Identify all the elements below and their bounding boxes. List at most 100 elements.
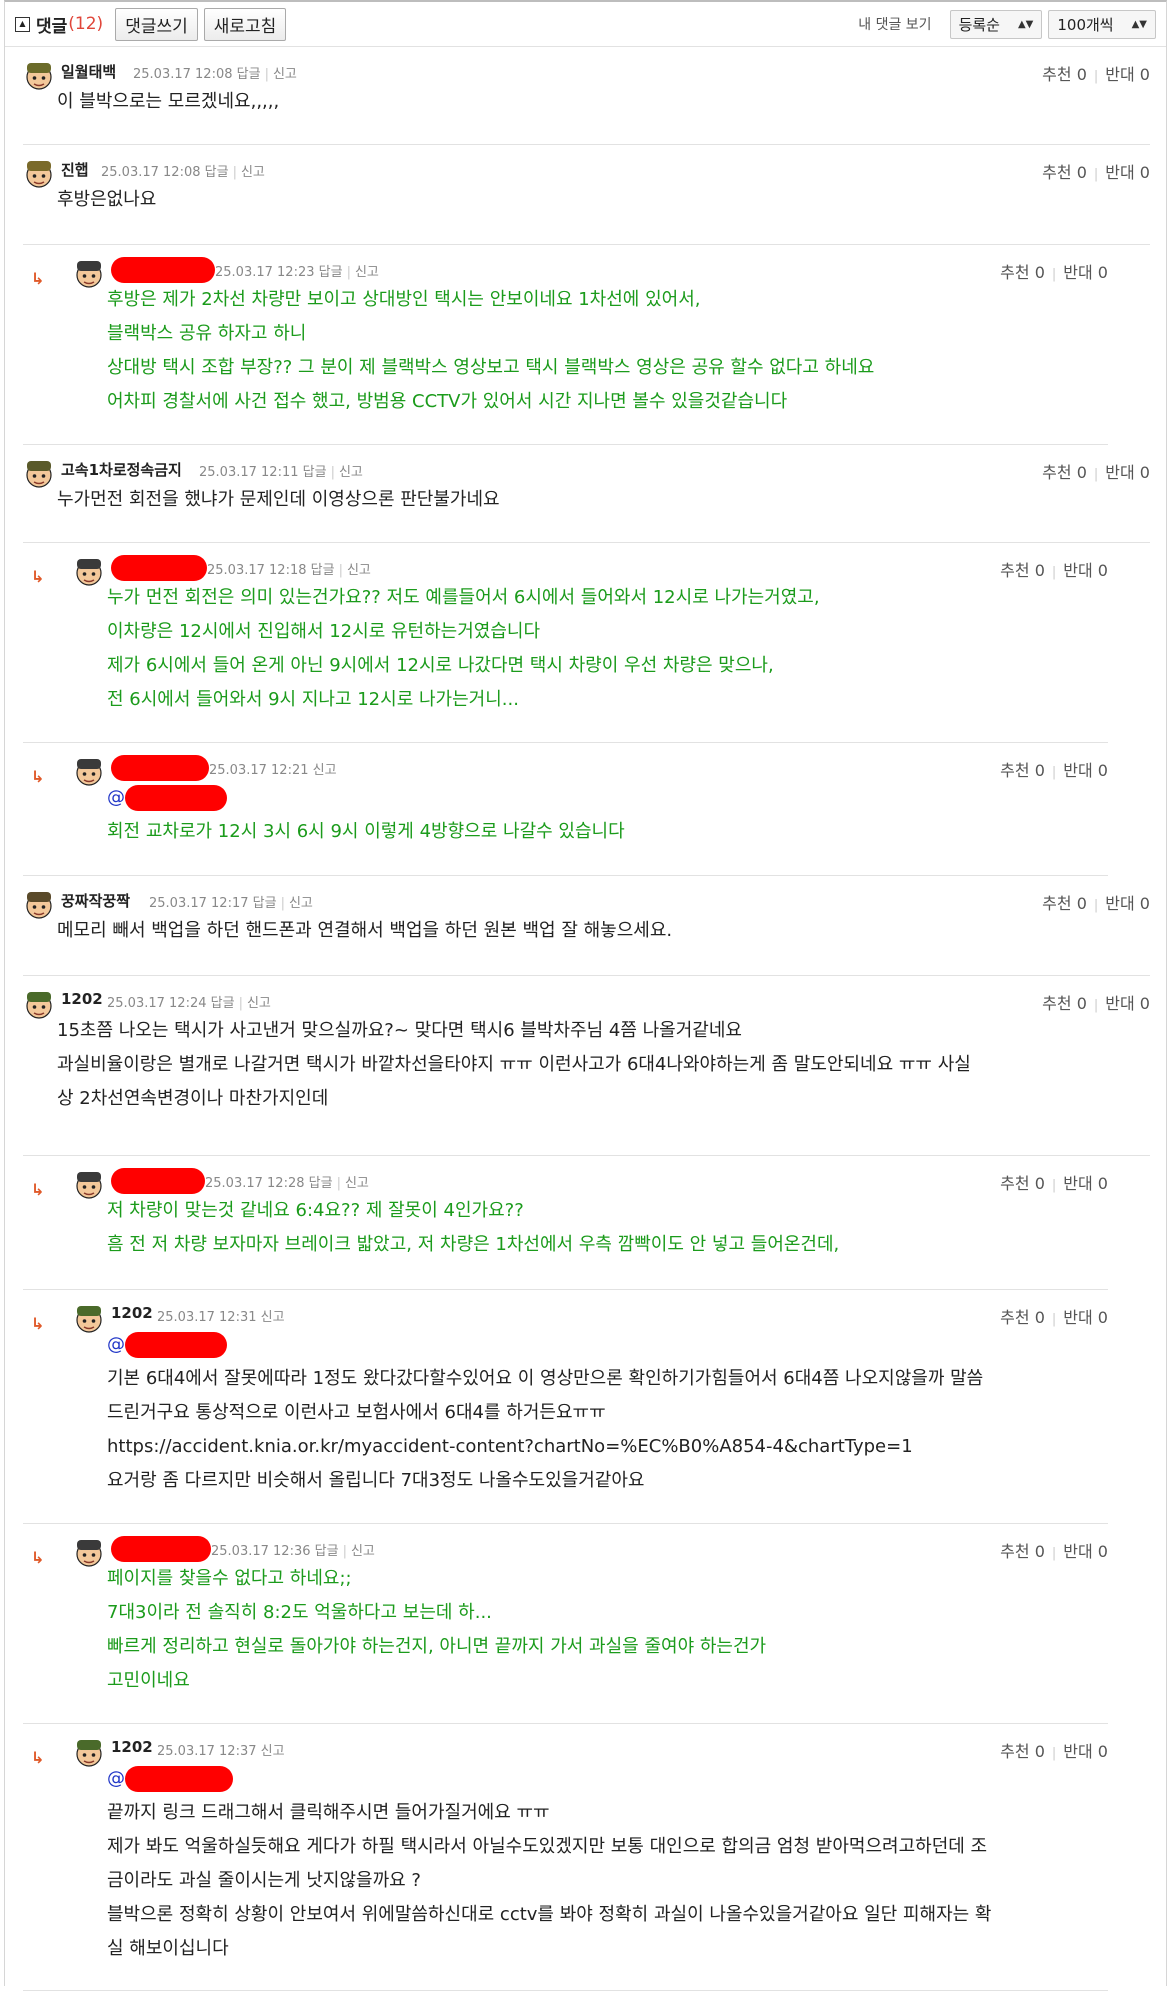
recommend-button[interactable]: 추천 0 xyxy=(1000,263,1045,282)
oppose-button[interactable]: 반대 0 xyxy=(1105,894,1150,913)
oppose-button[interactable]: 반대 0 xyxy=(1105,994,1150,1013)
comment-line: 제가 6시에서 들어 온게 아닌 9시에서 12시로 나갔다면 택시 차량이 우… xyxy=(107,655,774,676)
recommend-button[interactable]: 추천 0 xyxy=(1000,761,1045,780)
comment-line: 저 차량이 맞는것 같네요 6:4요?? 제 잘못이 4인가요?? xyxy=(107,1200,524,1221)
oppose-button[interactable]: 반대 0 xyxy=(1063,1542,1108,1561)
divider: | xyxy=(342,1544,347,1559)
author-nickname[interactable]: 꿍짜작꿍짝 xyxy=(61,890,130,911)
oppose-button[interactable]: 반대 0 xyxy=(1105,65,1150,84)
per-page-select[interactable]: 100개씩 ▲▼ xyxy=(1048,9,1156,39)
refresh-button[interactable]: 새로고침 xyxy=(203,7,287,41)
reply-link[interactable]: 답글 xyxy=(311,563,335,578)
mention-at[interactable]: @ xyxy=(107,1768,125,1789)
report-link[interactable]: 신고 xyxy=(313,763,337,778)
avatar xyxy=(23,888,55,920)
recommend-button[interactable]: 추천 0 xyxy=(1000,1174,1045,1193)
comment-item: 일월태백 25.03.17 12:08 답글 | 신고 추천 0 | 반대 0 이 블박으로는… xyxy=(23,47,1150,145)
mention-at[interactable]: @ xyxy=(107,787,125,808)
comment-line: 드린거구요 통상적으로 이런사고 보험사에서 6대4를 하거든요ㅠㅠ xyxy=(107,1402,606,1423)
report-link[interactable]: 신고 xyxy=(351,1544,375,1559)
report-link[interactable]: 신고 xyxy=(273,67,297,82)
author-nickname[interactable]: 고속1차로정속금지 xyxy=(61,459,182,480)
redacted-mention xyxy=(125,1766,233,1792)
mention[interactable]: @ xyxy=(107,781,625,815)
reply-comment: ↳ 25.03.17 12:28 답글 | 신고 추천 0 | 반대 0저 차량이 맞는것 … xyxy=(23,1156,1108,1290)
avatar xyxy=(73,555,105,587)
report-link[interactable]: 신고 xyxy=(247,996,271,1011)
report-link[interactable]: 신고 xyxy=(289,896,313,911)
oppose-button[interactable]: 반대 0 xyxy=(1105,463,1150,482)
author-nickname[interactable]: 1202 xyxy=(111,1304,153,1322)
comment-body: 후방은없나요 xyxy=(57,183,156,217)
recommend-button[interactable]: 추천 0 xyxy=(1000,1308,1045,1327)
oppose-button[interactable]: 반대 0 xyxy=(1063,1174,1108,1193)
report-link[interactable]: 신고 xyxy=(355,265,379,280)
report-link[interactable]: 신고 xyxy=(339,465,363,480)
avatar xyxy=(73,755,105,787)
divider: | xyxy=(1093,69,1099,84)
recommend-button[interactable]: 추천 0 xyxy=(1042,994,1087,1013)
recommend-button[interactable]: 추천 0 xyxy=(1042,894,1087,913)
oppose-button[interactable]: 반대 0 xyxy=(1063,761,1108,780)
divider: | xyxy=(1051,1312,1057,1327)
mention[interactable]: @ xyxy=(107,1762,991,1796)
comment-line: 이 블박으로는 모르겠네요,,,,, xyxy=(57,91,280,112)
report-link[interactable]: 신고 xyxy=(347,563,371,578)
author-nickname[interactable]: 1202 xyxy=(61,990,103,1008)
comment-item: 꿍짜작꿍짝 25.03.17 12:17 답글 | 신고 추천 0 | 반대 0 메모리 빼서… xyxy=(23,876,1150,976)
reply-link[interactable]: 답글 xyxy=(237,67,261,82)
reply-arrow-icon: ↳ xyxy=(31,1548,45,1567)
author-nickname[interactable]: 진햅 xyxy=(61,159,89,180)
reply-link[interactable]: 답글 xyxy=(253,896,277,911)
write-comment-button[interactable]: 댓글쓰기 xyxy=(115,7,198,41)
mention[interactable]: @ xyxy=(107,1328,983,1362)
comment-line: 누가 먼전 회전은 의미 있는건가요?? 저도 예를들어서 6시에서 들어와서 … xyxy=(107,587,820,608)
report-link[interactable]: 신고 xyxy=(261,1310,285,1325)
comment-body: @ 기본 6대4에서 잘못에따라 1정도 왔다갔다할수있어요 이 영상만으론 확인… xyxy=(107,1328,983,1498)
my-comments-link[interactable]: 내 댓글 보기 xyxy=(858,14,931,34)
reply-link[interactable]: 답글 xyxy=(309,1176,333,1191)
recommend-button[interactable]: 추천 0 xyxy=(1000,1542,1045,1561)
recommend-button[interactable]: 추천 0 xyxy=(1000,1742,1045,1761)
divider: | xyxy=(238,996,243,1011)
oppose-button[interactable]: 반대 0 xyxy=(1105,163,1150,182)
mention-at[interactable]: @ xyxy=(107,1334,125,1355)
report-link[interactable]: 신고 xyxy=(345,1176,369,1191)
reply-link[interactable]: 답글 xyxy=(205,165,229,180)
reply-link[interactable]: 답글 xyxy=(315,1544,339,1559)
reply-link[interactable]: 답글 xyxy=(211,996,235,1011)
comment-meta: 25.03.17 12:08 답글 | 신고 xyxy=(133,63,297,82)
comment-meta: 25.03.17 12:23 답글 | 신고 xyxy=(215,261,379,280)
comment-meta: 25.03.17 12:28 답글 | 신고 xyxy=(205,1172,369,1191)
divider: | xyxy=(346,265,351,280)
oppose-button[interactable]: 반대 0 xyxy=(1063,1308,1108,1327)
vote-box: 추천 0 | 반대 0 xyxy=(1000,259,1108,283)
reply-link[interactable]: 답글 xyxy=(303,465,327,480)
comment-body: @ 회전 교차로가 12시 3시 6시 9시 이렇게 4방향으로 나갈수 있습니다 xyxy=(107,781,625,849)
comment-line: 끝까지 링크 드래그해서 클릭해주시면 들어가질거에요 ㅠㅠ xyxy=(107,1802,550,1823)
comment-item: 진햅 25.03.17 12:08 답글 | 신고 추천 0 | 반대 0 후방은없나요 xyxy=(23,145,1150,245)
comment-line: 이차량은 12시에서 진입해서 12시로 유턴하는거였습니다 xyxy=(107,621,541,642)
author-nickname[interactable]: 일월태백 xyxy=(61,61,116,82)
report-link[interactable]: 신고 xyxy=(241,165,265,180)
oppose-button[interactable]: 반대 0 xyxy=(1063,1742,1108,1761)
report-link[interactable]: 신고 xyxy=(261,1744,285,1759)
comment-item: 1202 25.03.17 12:24 답글 | 신고 추천 0 | 반대 0 15초쯤 나오… xyxy=(23,976,1150,1156)
collapse-icon[interactable]: ▲ xyxy=(15,16,30,32)
recommend-button[interactable]: 추천 0 xyxy=(1042,65,1087,84)
comment-line: 과실비율이랑은 별개로 나갈거면 택시가 바깥차선을타야지 ㅠㅠ 이런사고가 6… xyxy=(57,1054,971,1075)
author-nickname[interactable]: 1202 xyxy=(111,1738,153,1756)
divider: | xyxy=(280,896,285,911)
comment-line: 흠 전 저 차량 보자마자 브레이크 밟았고, 저 차량은 1차선에서 우측 깜… xyxy=(107,1234,840,1255)
chevron-updown-icon: ▲▼ xyxy=(1017,18,1034,30)
reply-link[interactable]: 답글 xyxy=(319,265,343,280)
oppose-button[interactable]: 반대 0 xyxy=(1063,263,1108,282)
comment-line: 금이라도 과실 줄이시는게 낫지않을까요 ? xyxy=(107,1870,421,1891)
comment-time: 25.03.17 12:36 xyxy=(211,1544,311,1559)
sort-select[interactable]: 등록순 ▲▼ xyxy=(949,9,1043,39)
recommend-button[interactable]: 추천 0 xyxy=(1000,561,1045,580)
divider: | xyxy=(1093,167,1099,182)
recommend-button[interactable]: 추천 0 xyxy=(1042,463,1087,482)
oppose-button[interactable]: 반대 0 xyxy=(1063,561,1108,580)
recommend-button[interactable]: 추천 0 xyxy=(1042,163,1087,182)
